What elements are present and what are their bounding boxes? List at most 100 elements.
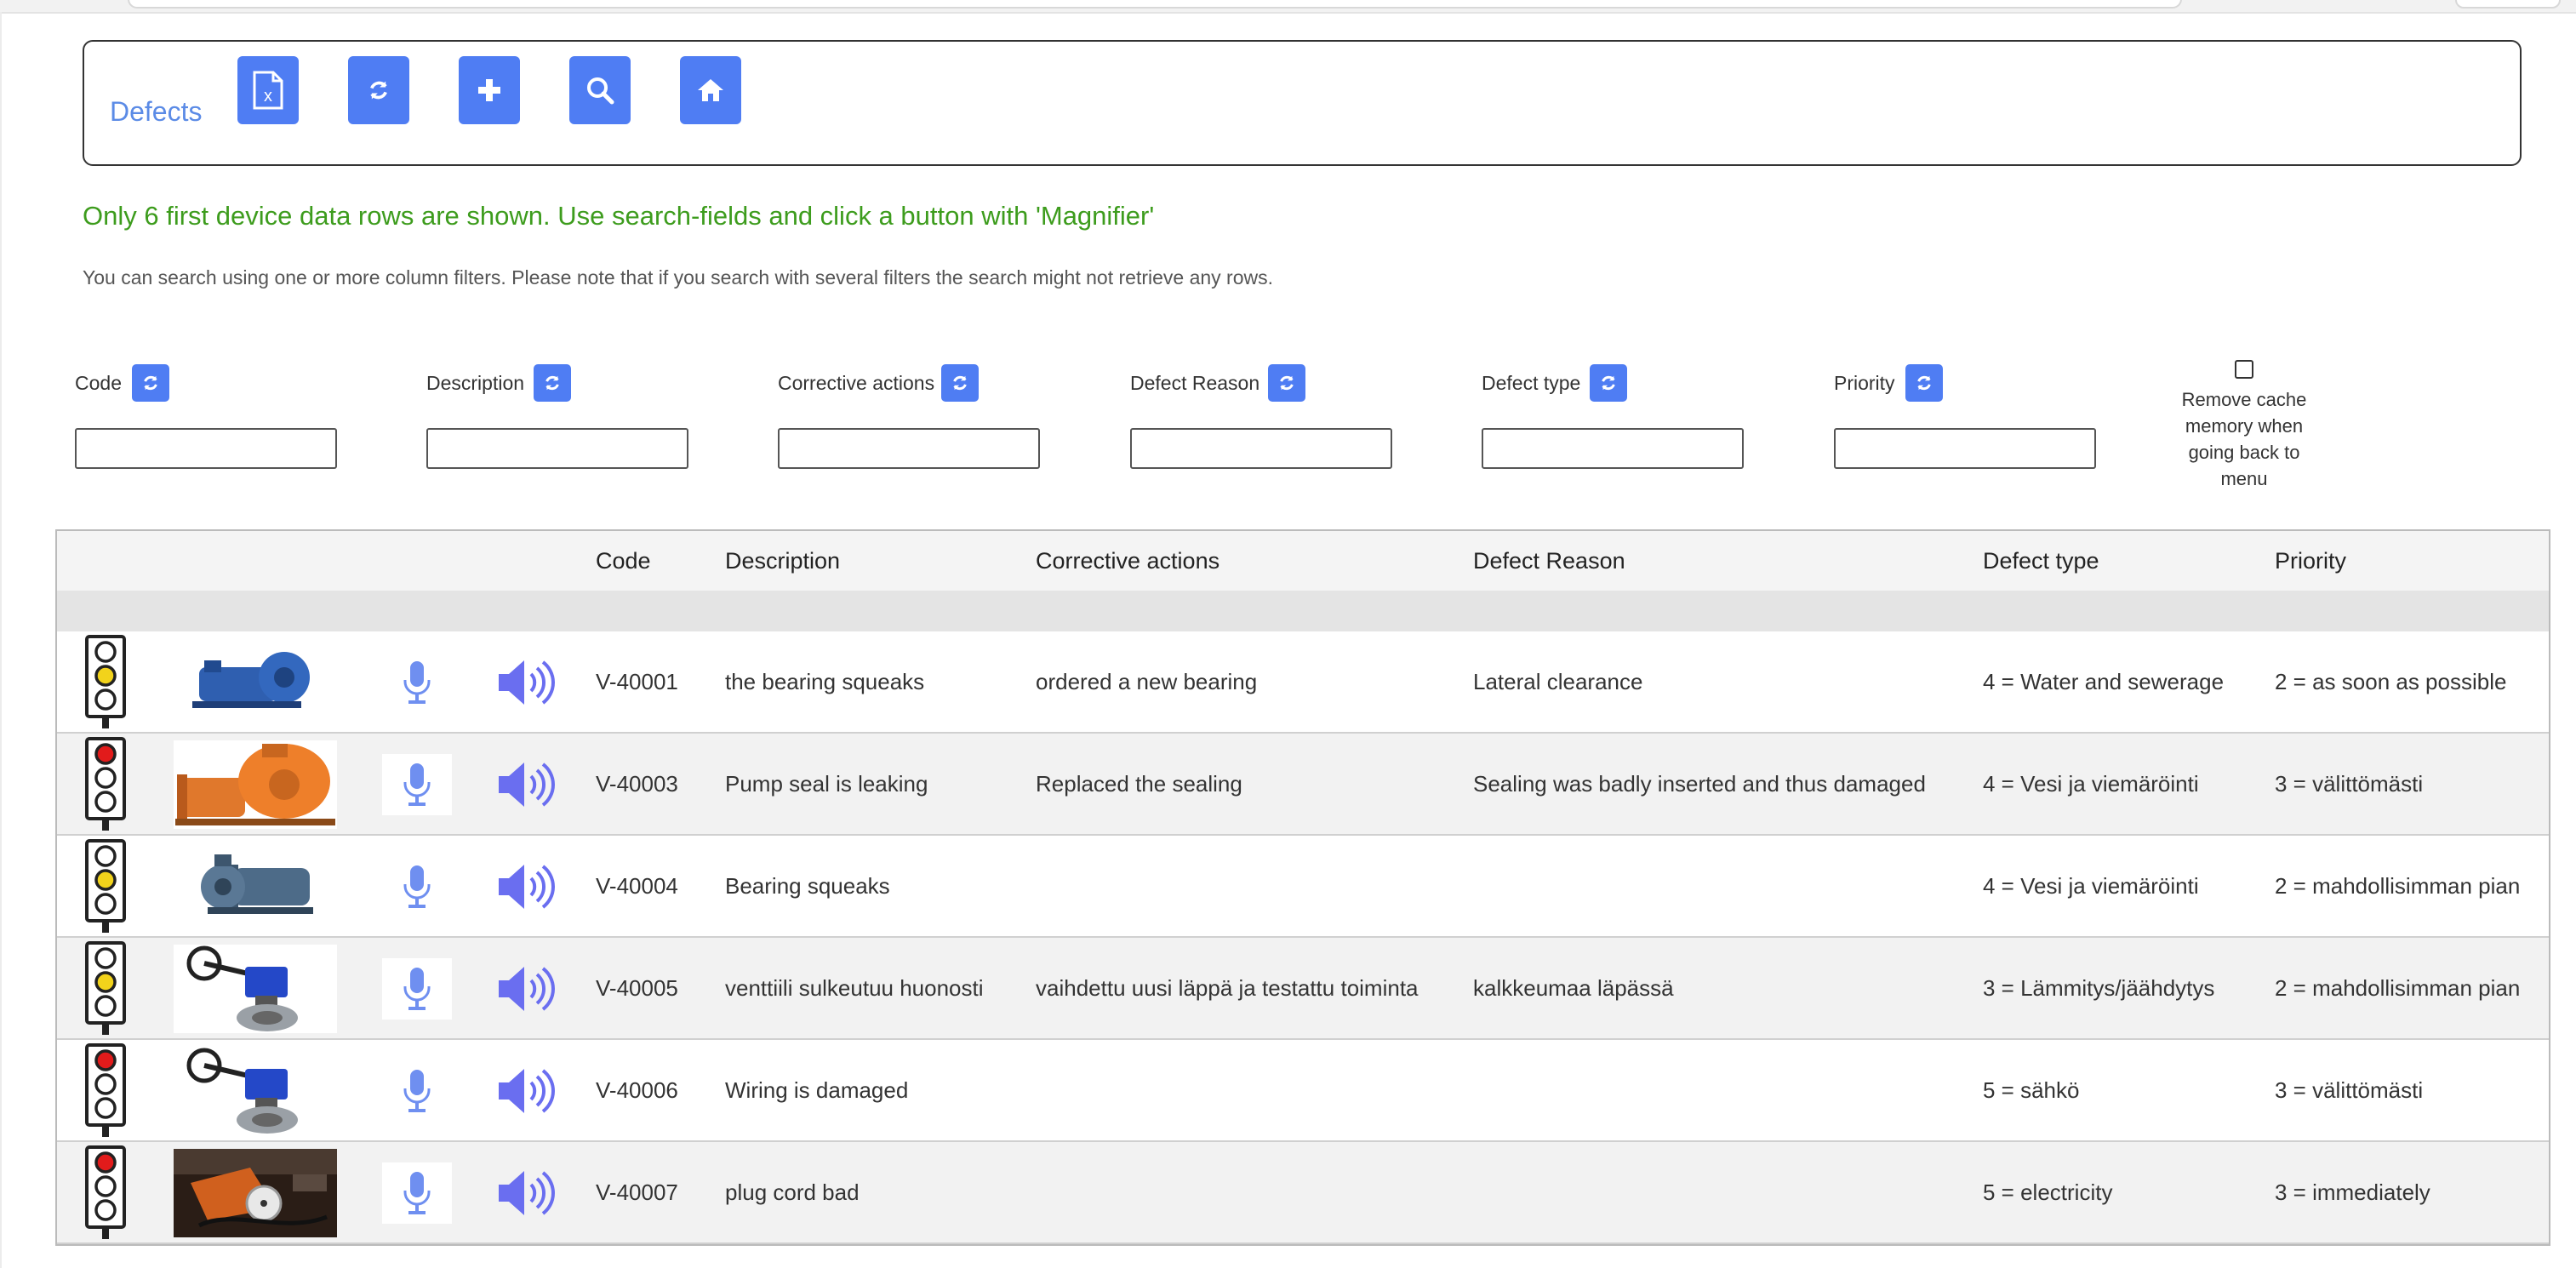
excel-export-button[interactable]: x	[237, 56, 299, 124]
cell-description: Bearing squeaks	[725, 873, 890, 899]
play-audio-button[interactable]	[493, 958, 561, 1020]
device-thumbnail-pump-orange[interactable]	[174, 740, 337, 829]
refresh-icon	[545, 375, 559, 391]
refresh-icon	[1917, 375, 1931, 391]
record-audio-button[interactable]	[382, 958, 452, 1020]
browser-control[interactable]	[2455, 0, 2561, 9]
filter-input-description[interactable]	[426, 428, 688, 469]
filter-input-corrective-actions[interactable]	[778, 428, 1040, 469]
add-defect-button[interactable]	[459, 56, 520, 124]
play-audio-button[interactable]	[493, 754, 561, 815]
cell-priority: 2 = mahdollisimman pian	[2275, 975, 2521, 1001]
device-thumbnail-valve-blue[interactable]	[174, 1047, 337, 1135]
record-audio-button[interactable]	[382, 1162, 452, 1224]
traffic-light-red-icon	[85, 737, 126, 831]
speaker-icon	[499, 660, 555, 705]
traffic-light-red-icon	[85, 1043, 126, 1137]
cell-defect-type: 5 = sähkö	[1983, 1077, 2080, 1103]
excel-export-icon: x	[253, 71, 283, 110]
refresh-icon	[144, 375, 157, 391]
table-row[interactable]: V-40004 Bearing squeaks 4 = Vesi ja viem…	[57, 836, 2549, 938]
clear-filter-defect-reason-button[interactable]	[1268, 364, 1305, 402]
table-row[interactable]: V-40007 plug cord bad 5 = electricity 3 …	[57, 1142, 2549, 1244]
cell-defect-type: 5 = electricity	[1983, 1179, 2113, 1205]
table-filter-row	[57, 591, 2549, 633]
filter-label-defect-type: Defect type	[1482, 372, 1581, 394]
cell-description: plug cord bad	[725, 1179, 860, 1205]
filter-label-corrective-actions: Corrective actions	[778, 372, 935, 394]
cell-priority: 2 = as soon as possible	[2275, 669, 2507, 694]
record-audio-button[interactable]	[382, 856, 452, 917]
search-icon	[587, 77, 614, 105]
remove-cache-checkbox[interactable]	[2235, 360, 2253, 379]
clear-filter-priority-button[interactable]	[1905, 364, 1943, 402]
column-header-code[interactable]: Code	[596, 548, 651, 574]
cell-code: V-40006	[596, 1077, 678, 1103]
cell-code: V-40003	[596, 771, 678, 797]
device-thumbnail-plug-cord-photo[interactable]	[174, 1149, 337, 1237]
cell-code: V-40005	[596, 975, 678, 1001]
speaker-icon	[499, 763, 555, 807]
column-header-defect-type[interactable]: Defect type	[1983, 548, 2099, 574]
microphone-icon	[403, 763, 431, 806]
table-row[interactable]: V-40005 venttiili sulkeutuu huonosti vai…	[57, 938, 2549, 1040]
browser-top-strip	[0, 0, 2576, 14]
microphone-icon	[403, 1070, 431, 1112]
row-limit-notice: Only 6 first device data rows are shown.…	[83, 201, 1155, 231]
play-audio-button[interactable]	[493, 1060, 561, 1122]
record-audio-button[interactable]	[382, 1060, 452, 1122]
cell-corrective-actions: vaihdettu uusi läppä ja testattu toimint…	[1036, 975, 1419, 1001]
cell-description: the bearing squeaks	[725, 669, 925, 694]
cell-priority: 2 = mahdollisimman pian	[2275, 873, 2521, 899]
record-audio-button[interactable]	[382, 754, 452, 815]
microphone-icon	[403, 968, 431, 1010]
play-audio-button[interactable]	[493, 856, 561, 917]
column-header-description[interactable]: Description	[725, 548, 840, 574]
record-audio-button[interactable]	[382, 652, 452, 713]
cell-defect-type: 4 = Vesi ja viemäröinti	[1983, 771, 2199, 797]
filter-input-defect-type[interactable]	[1482, 428, 1744, 469]
column-header-priority[interactable]: Priority	[2275, 548, 2346, 574]
speaker-icon	[499, 1171, 555, 1215]
address-bar[interactable]	[128, 0, 2182, 9]
cell-code: V-40004	[596, 873, 678, 899]
table-row[interactable]: V-40006 Wiring is damaged 5 = sähkö 3 = …	[57, 1040, 2549, 1142]
clear-filter-defect-type-button[interactable]	[1590, 364, 1627, 402]
cell-corrective-actions: Replaced the sealing	[1036, 771, 1242, 797]
filter-input-code[interactable]	[75, 428, 337, 469]
plus-icon	[478, 79, 500, 101]
clear-filter-code-button[interactable]	[132, 364, 169, 402]
cell-defect-reason: Lateral clearance	[1473, 669, 1643, 694]
refresh-button[interactable]	[348, 56, 409, 124]
cell-description: venttiili sulkeutuu huonosti	[725, 975, 984, 1001]
microphone-icon	[403, 661, 431, 704]
refresh-icon	[1602, 375, 1615, 391]
play-audio-button[interactable]	[493, 652, 561, 713]
clear-filter-corrective-actions-button[interactable]	[941, 364, 979, 402]
remove-cache-label: Remove cache memory when going back to m…	[2181, 389, 2307, 489]
device-thumbnail-pump-grey[interactable]	[174, 842, 337, 931]
cell-priority: 3 = immediately	[2275, 1179, 2430, 1205]
filter-input-priority[interactable]	[1834, 428, 2096, 469]
play-audio-button[interactable]	[493, 1162, 561, 1224]
clear-filter-description-button[interactable]	[534, 364, 571, 402]
table-header: Code Description Corrective actions Defe…	[57, 531, 2549, 592]
device-thumbnail-pump-blue[interactable]	[174, 638, 337, 727]
cell-defect-reason: Sealing was badly inserted and thus dama…	[1473, 771, 1926, 797]
column-header-defect-reason[interactable]: Defect Reason	[1473, 548, 1625, 574]
microphone-icon	[403, 1172, 431, 1214]
cell-defect-reason: kalkkeumaa läpässä	[1473, 975, 1674, 1001]
home-icon	[698, 79, 723, 101]
speaker-icon	[499, 1069, 555, 1113]
table-row[interactable]: V-40003 Pump seal is leaking Replaced th…	[57, 734, 2549, 836]
refresh-icon	[953, 375, 967, 391]
table-row[interactable]: V-40001 the bearing squeaks ordered a ne…	[57, 631, 2549, 734]
home-button[interactable]	[680, 56, 741, 124]
filter-input-defect-reason[interactable]	[1130, 428, 1392, 469]
column-header-corrective-actions[interactable]: Corrective actions	[1036, 548, 1219, 574]
device-thumbnail-valve-blue[interactable]	[174, 945, 337, 1033]
search-help-text: You can search using one or more column …	[83, 266, 1274, 288]
search-button[interactable]	[569, 56, 631, 124]
refresh-icon	[1280, 375, 1294, 391]
defects-table: Code Description Corrective actions Defe…	[55, 529, 2550, 1246]
